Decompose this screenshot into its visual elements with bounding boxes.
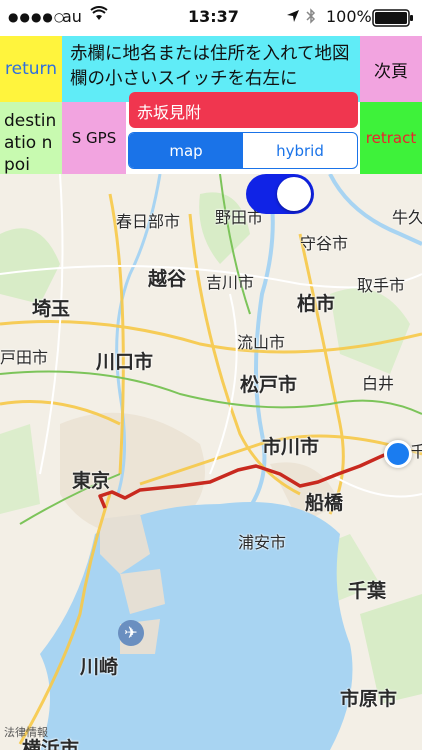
retract-button[interactable]: retract [360,102,422,174]
time-label: 13:37 [188,7,239,26]
battery-icon [372,9,414,31]
map-label-kashiwa: 柏市 [297,293,336,315]
map-label-toda: 戸田市 [0,348,49,367]
bluetooth-icon [306,8,316,28]
segment-hybrid[interactable]: hybrid [243,133,357,168]
map-label-chi-edge: 千 [410,442,422,461]
control-panel: return 赤欄に地名または住所を入れて地図欄の小さいスイッチを右左に 次頁 … [0,36,422,174]
map-label-tokyo: 東京 [72,470,111,492]
airport-icon: ✈ [118,620,144,646]
map-label-koshigaya: 越谷 [148,268,187,290]
carrier-label: au [62,7,82,26]
current-location-icon [384,440,412,468]
map-label-matsudo: 松戸市 [240,374,298,396]
map-label-ichihara: 市原市 [340,688,398,710]
map-label-chiba: 千葉 [348,580,387,602]
map-label-kawaguchi: 川口市 [96,351,154,373]
legal-link[interactable]: 法律情報 [4,724,48,740]
map-label-funabashi: 船橋 [305,492,344,514]
map-label-shiroi: 白井 [362,374,395,393]
map-view[interactable]: 野田市 春日部市 守谷市 牛久 越谷 吉川市 取手市 埼玉 柏市 流山市 川口市… [0,174,422,750]
destination-point-button[interactable]: destinatio n poi [0,102,62,174]
map-label-nagareyama: 流山市 [237,333,286,352]
status-bar: ●●●●○ au 13:37 100% [0,0,422,36]
return-button[interactable]: return [0,36,62,102]
map-label-ushiku: 牛久 [392,208,422,227]
segment-map[interactable]: map [129,133,243,168]
next-page-button[interactable]: 次頁 [360,36,422,102]
map-type-segmented-control[interactable]: map hybrid [128,132,358,169]
signal-dots-icon: ●●●●○ [8,10,66,24]
map-label-kawasaki: 川崎 [80,656,119,678]
gps-button[interactable]: S GPS [62,102,126,174]
toggle-knob [277,177,311,211]
map-label-toride: 取手市 [357,276,406,295]
map-label-urayasu: 浦安市 [238,533,287,552]
map-label-kasukabe: 春日部市 [116,212,181,231]
map-label-saitama: 埼玉 [32,298,71,320]
battery-percent: 100% [326,7,372,26]
map-label-ichikawa: 市川市 [262,436,320,458]
route-toggle-switch[interactable] [246,174,314,214]
map-label-moriya: 守谷市 [300,234,349,253]
place-input[interactable]: 赤坂見附 [129,92,358,128]
map-label-yoshikawa: 吉川市 [206,273,255,292]
wifi-icon [90,6,108,26]
map-canvas [0,174,422,750]
location-arrow-icon [286,8,300,27]
